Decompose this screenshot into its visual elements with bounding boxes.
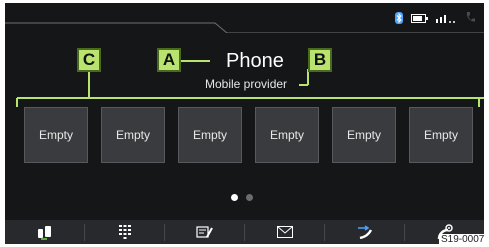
contacts-icon: [195, 226, 213, 238]
page-dot-active[interactable]: [231, 194, 238, 201]
phone-screen: C A B Phone Mobile provider Empty Empty …: [5, 3, 484, 244]
favorites-row: Empty Empty Empty Empty Empty Empty: [24, 107, 484, 163]
figure-reference-label: S19-0007: [439, 234, 487, 246]
favorite-slot-5[interactable]: Empty: [332, 107, 396, 163]
keypad-icon: [118, 225, 131, 239]
page-title: Phone: [226, 50, 284, 72]
callout-a: A: [157, 48, 181, 72]
page-dot-inactive[interactable]: [246, 194, 253, 201]
favorite-slot-4[interactable]: Empty: [255, 107, 319, 163]
page-indicator: [231, 194, 253, 201]
contacts-button[interactable]: [165, 220, 244, 244]
phone-devices-icon: [37, 226, 51, 240]
bottom-menu-bar: [5, 220, 484, 244]
callout-c: C: [77, 48, 101, 72]
keypad-button[interactable]: [85, 220, 164, 244]
phone-devices-button[interactable]: [5, 220, 84, 244]
favorite-slot-1[interactable]: Empty: [24, 107, 88, 163]
messages-button[interactable]: [245, 220, 324, 244]
favorite-slot-3[interactable]: Empty: [178, 107, 242, 163]
callout-b: B: [308, 48, 332, 72]
messages-icon: [276, 226, 293, 238]
call-list-icon: [357, 225, 372, 239]
favorite-slot-2[interactable]: Empty: [101, 107, 165, 163]
favorite-slot-6[interactable]: Empty: [409, 107, 473, 163]
call-list-button[interactable]: [325, 220, 404, 244]
mobile-provider-label: Mobile provider: [205, 77, 288, 91]
